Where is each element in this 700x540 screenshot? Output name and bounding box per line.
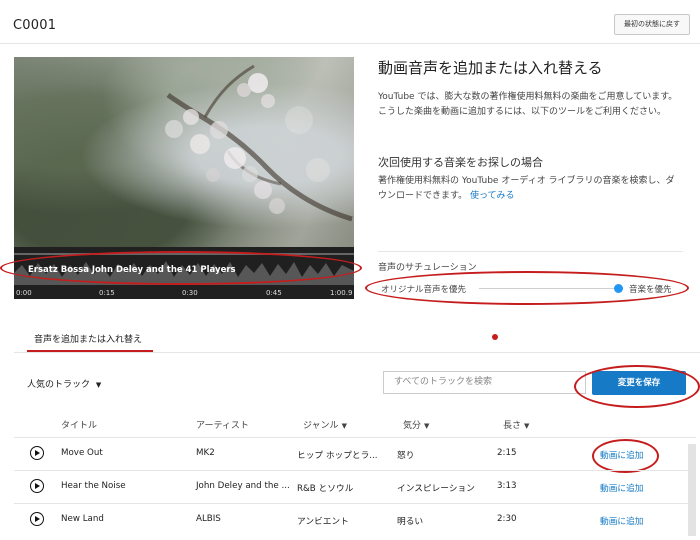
timestamp-30: 0:30 — [182, 289, 198, 297]
track-search-input[interactable]: すべてのトラックを検索 — [383, 371, 586, 394]
red-dot-marker — [492, 334, 498, 340]
red-annotation-ellipse-track — [0, 251, 362, 285]
header-genre[interactable]: ジャンル ▼ — [303, 418, 347, 431]
track-genre: アンビエント — [297, 517, 349, 527]
track-length: 2:15 — [497, 448, 517, 458]
try-link[interactable]: 使ってみる — [470, 191, 515, 201]
genre-header-label: ジャンル — [303, 421, 339, 431]
length-header-label: 長さ — [503, 421, 522, 431]
track-artist: ALBIS — [196, 514, 221, 524]
reset-button[interactable]: 最初の状態に戻す — [614, 14, 690, 35]
track-artist: John Deley and the ... — [196, 481, 290, 491]
timestamp-end: 1:00.9 — [330, 289, 353, 297]
popular-tracks-dropdown[interactable]: 人気のトラック ▼ — [27, 377, 101, 390]
audio-library-description: 著作権使用料無料の YouTube オーディオ ライブラリの音楽を検索し、ダウン… — [378, 176, 675, 201]
track-length: 3:13 — [497, 481, 517, 491]
play-icon[interactable] — [30, 446, 44, 460]
scrollbar[interactable] — [688, 444, 696, 536]
tab-add-replace-audio[interactable]: 音声を追加または入れ替え — [34, 332, 142, 345]
timestamp-start: 0:00 — [16, 289, 32, 297]
track-mood: インスピレーション — [397, 484, 475, 494]
timestamp-15: 0:15 — [99, 289, 115, 297]
play-icon[interactable] — [30, 512, 44, 526]
track-length: 2:30 — [497, 514, 517, 524]
saturation-label: 音声のサチュレーション — [378, 263, 477, 273]
sort-down-icon: ▼ — [524, 422, 530, 430]
track-artist: MK2 — [196, 448, 215, 458]
chevron-down-icon: ▼ — [95, 381, 102, 389]
header-length[interactable]: 長さ ▼ — [503, 418, 529, 431]
play-icon[interactable] — [30, 479, 44, 493]
sort-down-icon: ▼ — [424, 422, 430, 430]
red-annotation-ellipse-save — [574, 365, 700, 408]
red-annotation-ellipse-saturation — [365, 271, 689, 305]
track-genre: R&B とソウル — [297, 484, 354, 494]
timestamp-45: 0:45 — [266, 289, 282, 297]
tab-divider — [14, 352, 700, 353]
track-mood: 明るい — [397, 517, 424, 527]
track-title: Move Out — [61, 448, 103, 458]
cherry-blossom-image — [165, 64, 353, 222]
top-divider — [0, 43, 700, 44]
audio-description: YouTube では、膨大な数の著作権使用料無料の楽曲をご用意しています。こうし… — [378, 92, 678, 117]
video-title: C0001 — [13, 18, 57, 33]
audio-heading: 動画音声を追加または入れ替える — [378, 59, 603, 77]
track-genre: ヒップ ホップとラ... — [297, 451, 378, 461]
add-to-video-link[interactable]: 動画に追加 — [600, 481, 643, 494]
next-music-heading: 次回使用する音楽をお探しの場合 — [378, 156, 543, 169]
track-mood: 怒り — [397, 451, 415, 461]
add-to-video-link[interactable]: 動画に追加 — [600, 514, 643, 527]
table-row[interactable]: Hear the Noise John Deley and the ... R&… — [14, 470, 696, 504]
mood-header-label: 気分 — [403, 421, 422, 431]
popular-tracks-label: 人気のトラック — [27, 380, 91, 390]
header-title[interactable]: タイトル — [61, 418, 97, 431]
table-row[interactable]: New Land ALBIS アンビエント 明るい 2:30 動画に追加 — [14, 503, 696, 540]
info-divider — [378, 251, 683, 252]
sort-down-icon: ▼ — [341, 422, 347, 430]
track-title: New Land — [61, 514, 104, 524]
header-mood[interactable]: 気分 ▼ — [403, 418, 429, 431]
header-artist[interactable]: アーティスト — [196, 418, 249, 431]
red-annotation-ellipse-add — [592, 439, 659, 473]
video-preview[interactable] — [14, 57, 354, 247]
next-music-description: 著作権使用料無料の YouTube オーディオ ライブラリの音楽を検索し、ダウン… — [378, 174, 683, 204]
track-title: Hear the Noise — [61, 481, 126, 491]
